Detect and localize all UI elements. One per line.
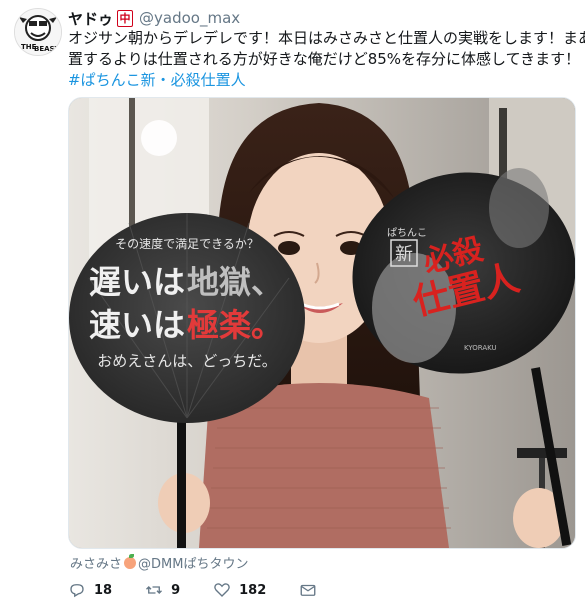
- tweet-text-line: 置するよりは仕置される方が好きな俺だけど85%を存分に体感してきます！: [68, 50, 581, 68]
- user-handle[interactable]: @yadoo_max: [139, 9, 240, 27]
- hashtag-link[interactable]: #ぱちんこ新・必殺仕置人: [68, 70, 578, 91]
- tweet-photo[interactable]: その速度で満足できるか？ 遅いは 地獄、 速いは 極楽。 おめえさんは、どっちだ…: [68, 97, 576, 549]
- svg-text:新: 新: [395, 244, 413, 265]
- svg-text:ぱちんこ: ぱちんこ: [387, 227, 427, 239]
- tweet-text-line: オジサン朝からデレデレです！本日はみさみさと仕置人の実戦をします！まあ仕: [68, 29, 585, 47]
- tweet-actions: 18 9 182: [68, 578, 358, 602]
- photo-illustration: その速度で満足できるか？ 遅いは 地獄、 速いは 極楽。 おめえさんは、どっちだ…: [69, 98, 575, 548]
- retweet-button[interactable]: 9: [145, 581, 180, 599]
- svg-text:速いは: 速いは: [89, 306, 185, 344]
- like-button[interactable]: 182: [213, 581, 266, 599]
- svg-text:その速度で満足できるか？: その速度で満足できるか？: [115, 236, 259, 251]
- svg-text:遅いは: 遅いは: [89, 263, 185, 301]
- tweet-text: オジサン朝からデレデレです！本日はみさみさと仕置人の実戦をします！まあ仕 置する…: [68, 28, 585, 91]
- retweet-count: 9: [171, 582, 181, 598]
- envelope-icon: [300, 584, 316, 596]
- reply-icon: [70, 584, 84, 598]
- tweet-header: ヤドゥ 中 @yadoo_max: [68, 7, 240, 29]
- beast-logo-icon: THE BEAST: [15, 9, 61, 55]
- svg-text:KYORAKU: KYORAKU: [464, 344, 497, 352]
- photo-credit[interactable]: みさみさ @DMMぱちタウン: [70, 553, 248, 572]
- reply-count: 18: [94, 582, 113, 598]
- reply-button[interactable]: 18: [68, 581, 112, 599]
- direct-message-button[interactable]: [299, 581, 325, 599]
- like-count: 182: [239, 582, 267, 598]
- svg-text:おめえさんは、どっちだ。: おめえさんは、どっちだ。: [97, 352, 277, 370]
- avatar[interactable]: THE BEAST: [14, 8, 62, 56]
- retweet-icon: [146, 586, 163, 594]
- credit-handle: @DMMぱちタウン: [138, 557, 249, 572]
- peach-icon: [124, 553, 137, 569]
- svg-text:地獄、: 地獄、: [187, 263, 283, 301]
- credit-name: みさみさ: [70, 557, 123, 572]
- mahjong-emoji-icon: 中: [117, 9, 134, 27]
- svg-text:極楽。: 極楽。: [187, 306, 283, 344]
- svg-text:BEAST: BEAST: [34, 45, 60, 53]
- display-name[interactable]: ヤドゥ: [68, 8, 113, 29]
- heart-icon: [214, 583, 230, 597]
